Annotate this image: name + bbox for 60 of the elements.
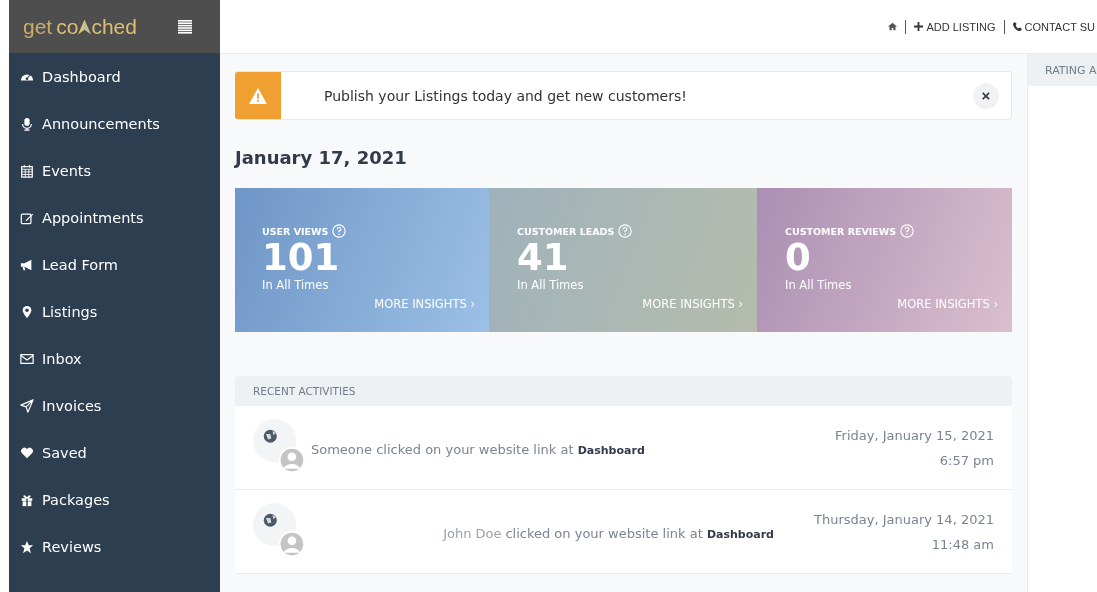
dashboard-link[interactable]: Dashboard — [577, 444, 645, 457]
calendar-icon — [20, 163, 34, 178]
date-heading: January 17, 2021 — [235, 147, 408, 168]
stat-title: USER VIEWS — [262, 225, 329, 237]
activity-date: Friday, January 15, 2021 — [835, 427, 994, 443]
sidebar-item[interactable]: Saved — [9, 429, 220, 476]
gift-icon — [20, 492, 34, 507]
edit-icon — [20, 210, 34, 225]
dashboard-link[interactable]: Dashboard — [706, 528, 774, 541]
plus-icon — [914, 22, 924, 31]
sidebar-item[interactable]: Inbox — [9, 335, 220, 382]
star-icon — [20, 539, 34, 554]
panel-title: RATING A — [1045, 63, 1097, 77]
sidebar-item[interactable]: Events — [9, 147, 220, 194]
pin-icon — [20, 304, 34, 319]
help-icon[interactable] — [618, 224, 633, 238]
phone-icon — [1012, 22, 1022, 31]
stat-value: 101 — [262, 238, 341, 278]
activity-date: Thursday, January 14, 2021 — [813, 511, 994, 527]
activity-time: 6:57 pm — [939, 452, 994, 468]
help-icon[interactable] — [900, 224, 915, 238]
activity-text: John Doe clicked on your website link at Dashboard — [443, 526, 774, 541]
sidebar-item[interactable]: Listings — [9, 288, 220, 335]
activity-text: Someone clicked on your website link at Dashboard — [311, 442, 645, 457]
sidebar-item[interactable]: Lead Form — [9, 241, 220, 288]
top-link[interactable]: ADD LISTING — [914, 20, 996, 33]
sidebar-item[interactable]: Reviews — [9, 523, 220, 570]
sidebar-item[interactable]: Dashboard — [9, 53, 220, 100]
alert-message: Publish your Listings today and get new customers! — [324, 87, 688, 104]
close-button[interactable]: × — [973, 82, 999, 109]
menu-icon[interactable] — [178, 19, 192, 34]
sidebar-item[interactable]: Appointments — [9, 194, 220, 241]
stat-value: 0 — [785, 238, 812, 278]
panel-title: RECENT ACTIVITIES — [253, 385, 356, 397]
megaphone-icon — [20, 257, 34, 272]
help-icon[interactable] — [332, 224, 347, 238]
stat-title: CUSTOMER LEADS — [517, 225, 615, 237]
activity-time: 11:48 am — [931, 536, 994, 552]
stat-caption: In All Times — [517, 278, 585, 292]
stat-caption: In All Times — [262, 278, 330, 292]
warning-icon — [249, 87, 267, 104]
globe-avatar-icon — [253, 502, 307, 557]
top-link[interactable]: CONTACT SU — [1012, 20, 1095, 33]
plane-icon — [20, 398, 34, 413]
heart-icon — [20, 445, 34, 460]
stat-title: CUSTOMER REVIEWS — [785, 225, 897, 237]
logo-text: get — [23, 14, 53, 39]
logo-text: co — [56, 14, 79, 39]
globe-avatar-icon — [253, 418, 307, 473]
home-link[interactable] — [888, 22, 898, 31]
sidebar-item[interactable]: Announcements — [9, 100, 220, 147]
mic-icon — [20, 116, 34, 131]
sidebar-item[interactable]: Invoices — [9, 382, 220, 429]
stat-value: 41 — [517, 238, 570, 278]
sidebar-item[interactable]: Packages — [9, 476, 220, 523]
home-icon — [888, 22, 898, 31]
mountain-icon — [78, 18, 92, 35]
envelope-icon — [20, 351, 34, 366]
stat-caption: In All Times — [785, 278, 853, 292]
logo-text: ched — [91, 14, 137, 39]
